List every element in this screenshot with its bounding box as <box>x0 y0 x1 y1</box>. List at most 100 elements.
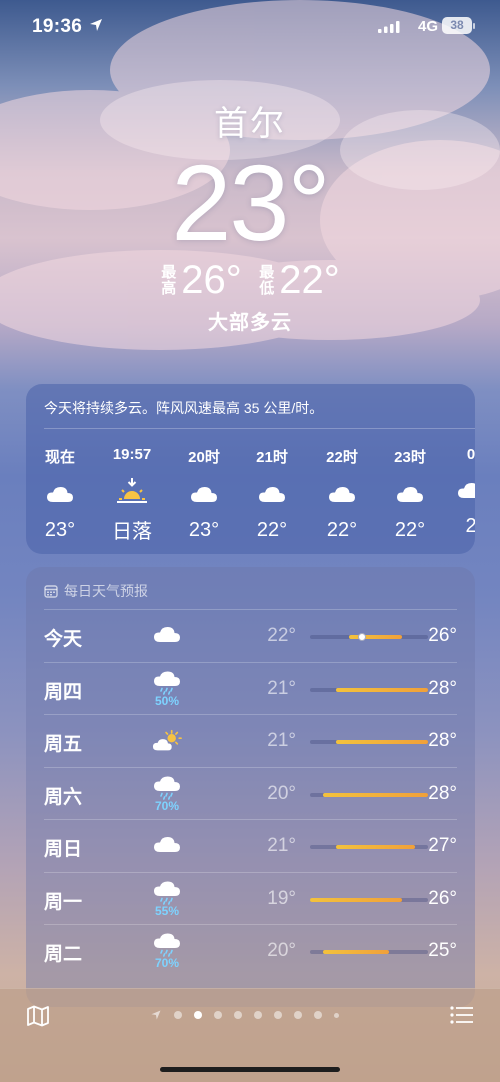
cloud-icon <box>242 479 302 509</box>
temp-range-bar <box>310 792 428 797</box>
daily-row[interactable]: 周日 21° 27° <box>44 819 457 872</box>
temp-range-bar <box>310 950 428 954</box>
hour-temp: 23° <box>44 519 76 541</box>
partly-sunny-icon <box>152 729 182 755</box>
temp-range-bar <box>310 740 428 744</box>
temp-range-bar <box>310 633 428 641</box>
hour-label: 现在 <box>44 449 75 466</box>
hour-item: 21时 22° <box>242 446 302 542</box>
daily-row[interactable]: 周二 70% 20° 25° <box>44 924 457 977</box>
battery-tip <box>473 23 475 29</box>
temp-range-fill <box>336 687 428 692</box>
page-dot <box>274 1011 282 1019</box>
temp-range-fill <box>323 792 428 797</box>
low-temp: 21° <box>267 730 296 751</box>
high-low: 最高 26° 最低 22° <box>0 258 500 303</box>
temp-range-fill <box>349 635 402 639</box>
page-dot-active <box>194 1011 202 1019</box>
day-name: 周日 <box>44 839 83 860</box>
daily-row[interactable]: 周四 50% 21° 28° <box>44 661 457 715</box>
daily-forecast-header: 每日天气预报 <box>44 581 148 601</box>
page-dot <box>214 1011 222 1019</box>
hour-temp: 日落 <box>112 521 152 543</box>
cloud-icon <box>312 479 372 509</box>
page-dot <box>174 1011 182 1019</box>
high-temp-group: 最高 26° <box>160 258 242 303</box>
high-temp: 26° <box>181 258 242 302</box>
page-dot <box>234 1011 242 1019</box>
hour-temp: 22° <box>256 519 288 541</box>
hour-label: 20时 <box>188 449 220 466</box>
precip-chance: 50% <box>154 693 180 708</box>
cloud-icon <box>441 475 475 505</box>
map-icon[interactable] <box>26 1005 50 1027</box>
low-temp: 20° <box>267 940 296 961</box>
clock-time: 19:36 <box>32 16 83 37</box>
hour-label: 0 <box>466 446 475 463</box>
precip-chance: 55% <box>154 903 180 918</box>
high-label: 最高 <box>161 263 177 297</box>
hour-item: 22时 22° <box>312 446 372 542</box>
page-dot <box>294 1011 302 1019</box>
temp-range-bar <box>310 687 428 692</box>
hour-temp: 2 <box>465 515 475 537</box>
current-temp-marker <box>358 633 367 641</box>
hour-item: 现在 23° <box>30 446 90 542</box>
network-type: 4G <box>417 18 438 35</box>
hour-item: 20时 23° <box>174 446 234 542</box>
high-temp: 28° <box>428 677 457 699</box>
hour-label: 19:57 <box>112 446 152 463</box>
precip-chance: 70% <box>154 798 180 813</box>
hour-temp: 23° <box>188 519 220 541</box>
temp-range-fill <box>336 740 428 744</box>
page-dot <box>314 1011 322 1019</box>
low-temp: 21° <box>267 677 296 699</box>
temp-range-bar <box>310 845 428 849</box>
list-icon[interactable] <box>450 1006 474 1024</box>
day-name: 周四 <box>44 681 83 703</box>
battery-icon: 38 <box>442 17 472 34</box>
low-temp-group: 最低 22° <box>258 258 340 303</box>
high-temp: 26° <box>428 887 457 909</box>
hour-item: 0 2 <box>441 446 475 538</box>
high-temp: 28° <box>428 730 457 751</box>
day-name: 周五 <box>44 734 83 755</box>
high-temp: 27° <box>428 835 457 856</box>
low-temp: 21° <box>267 835 296 856</box>
home-indicator <box>160 1067 340 1072</box>
status-bar: 19:36 4G 38 <box>0 14 500 42</box>
daily-header-label: 每日天气预报 <box>64 583 148 599</box>
temp-range-fill <box>323 950 389 954</box>
low-label: 最低 <box>259 263 275 297</box>
cloud-icon <box>380 479 440 509</box>
cloud-icon <box>152 834 182 860</box>
calendar-icon <box>44 585 58 598</box>
day-name: 周六 <box>44 786 83 808</box>
daily-row[interactable]: 周一 55% 19° 26° <box>44 871 457 925</box>
day-name: 周二 <box>44 944 83 965</box>
high-temp: 25° <box>428 940 457 961</box>
page-dot <box>334 1012 339 1018</box>
hour-item: 23时 22° <box>380 446 440 542</box>
cloud-icon <box>174 479 234 509</box>
page-dot <box>254 1011 262 1019</box>
city-name: 首尔 <box>214 105 286 143</box>
hour-temp: 22° <box>394 519 426 541</box>
location-arrow-icon <box>90 19 102 31</box>
daily-row[interactable]: 周五 21° 28° <box>44 714 457 767</box>
condition-text: 大部多云 <box>208 312 292 334</box>
daily-forecast-card[interactable]: 每日天气预报 今天 22° 26° 周四 50% 21° 28° 周五 21° 28° 周六 70% 2… <box>26 567 475 1007</box>
signal-icon <box>378 21 400 33</box>
high-temp: 26° <box>428 625 457 646</box>
hourly-forecast-card[interactable]: 今天将持续多云。阵风风速最高 35 公里/时。 现在 23° 19:57 日落 … <box>26 384 475 554</box>
daily-row[interactable]: 今天 22° 26° <box>44 609 457 662</box>
bottom-toolbar <box>0 988 500 1082</box>
sunset-icon <box>102 475 162 505</box>
hourly-summary: 今天将持续多云。阵风风速最高 35 公里/时。 <box>44 400 324 416</box>
temp-range-bar <box>310 897 428 902</box>
low-temp: 20° <box>267 782 296 804</box>
temp-range-fill <box>310 897 402 902</box>
cloud-icon <box>30 479 90 509</box>
daily-row[interactable]: 周六 70% 20° 28° <box>44 766 457 820</box>
page-indicator[interactable] <box>150 1009 339 1021</box>
